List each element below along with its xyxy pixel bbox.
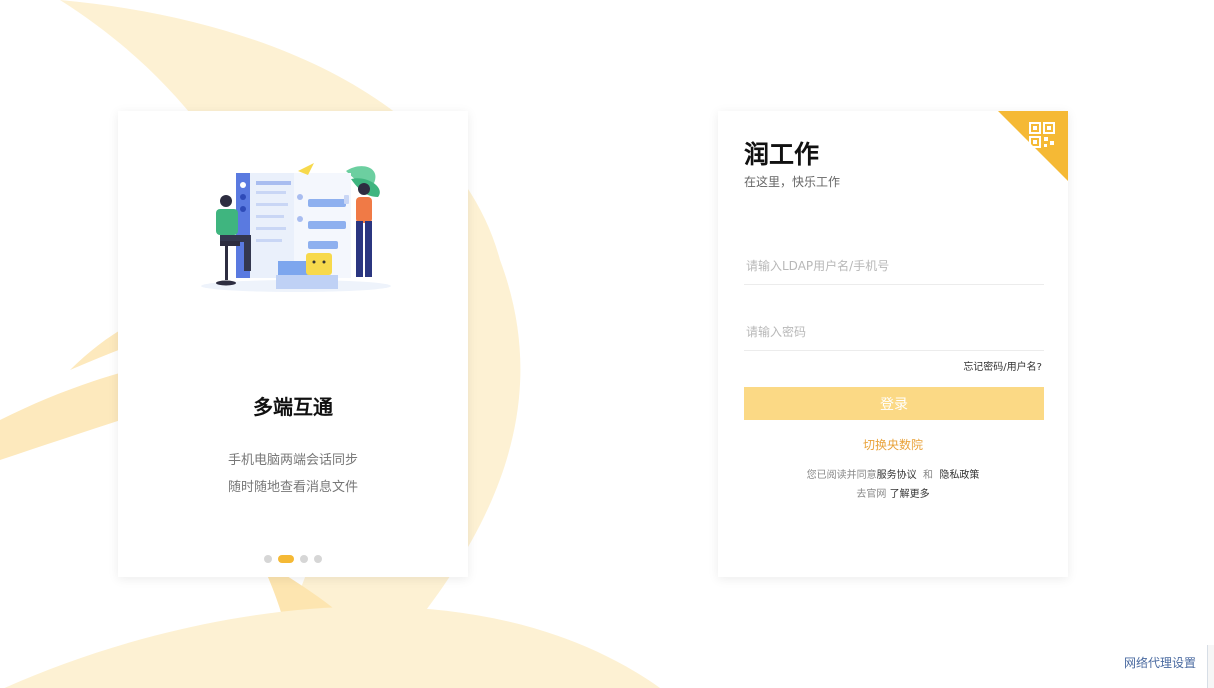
carousel-dot-active[interactable] <box>278 555 294 563</box>
app-title: 润工作 <box>744 140 820 169</box>
official-site-text: 去官网 了解更多 <box>718 485 1068 500</box>
forgot-password-link[interactable]: 忘记密码/用户名? <box>963 358 1042 373</box>
agreement-text: 您已阅读并同意服务协议 和 隐私政策 <box>718 466 1068 481</box>
promo-title: 多端互通 <box>253 395 333 419</box>
promo-card: 多端互通 手机电脑两端会话同步 随时随地查看消息文件 <box>118 111 468 577</box>
carousel-pagination <box>118 555 468 563</box>
agreement-prefix: 您已阅读并同意 <box>806 470 877 481</box>
carousel-dot[interactable] <box>314 555 322 563</box>
login-button[interactable]: 登录 <box>744 387 1044 420</box>
network-proxy-settings-link[interactable]: 网络代理设置 <box>1124 654 1196 671</box>
login-card: 润工作 在这里，快乐工作 忘记密码/用户名? 登录 切换央数院 您已阅读并同意服… <box>718 111 1068 577</box>
service-agreement-link[interactable]: 服务协议 <box>877 470 917 481</box>
switch-org-link[interactable]: 切换央数院 <box>718 436 1068 453</box>
official-prefix: 去官网 <box>856 489 887 500</box>
collaboration-illustration <box>201 163 391 292</box>
side-panel-edge <box>1207 645 1214 688</box>
app-slogan: 在这里，快乐工作 <box>744 175 841 189</box>
password-input[interactable] <box>744 314 1044 351</box>
promo-line-1: 手机电脑两端会话同步 <box>227 453 358 468</box>
learn-more-link[interactable]: 了解更多 <box>890 489 930 500</box>
promo-line-2: 随时随地查看消息文件 <box>227 480 358 495</box>
username-input[interactable] <box>744 248 1044 285</box>
qr-code-icon[interactable] <box>998 111 1068 181</box>
carousel-dot[interactable] <box>264 555 272 563</box>
agreement-and: 和 <box>923 470 933 481</box>
privacy-policy-link[interactable]: 隐私政策 <box>939 470 979 481</box>
carousel-dot[interactable] <box>300 555 308 563</box>
